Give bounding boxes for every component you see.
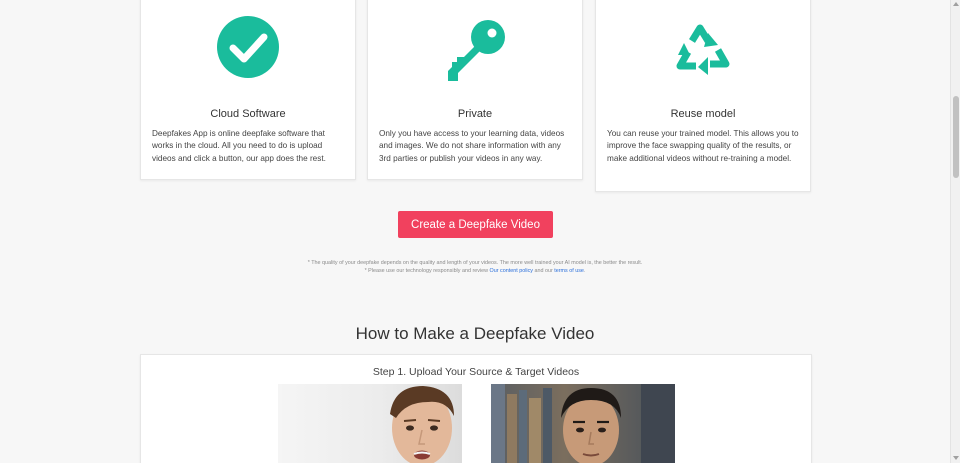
terms-of-use-link[interactable]: terms of use (554, 268, 584, 274)
feature-card-reuse-model: Reuse model You can reuse your trained m… (595, 0, 811, 192)
feature-title: Cloud Software (210, 108, 286, 120)
step-1-card: Step 1. Upload Your Source & Target Vide… (140, 354, 812, 463)
checkmark-circle-icon (141, 15, 355, 85)
disclaimer-text: . (583, 268, 586, 274)
feature-card-private: Private Only you have access to your lea… (367, 0, 583, 180)
feature-title: Private (457, 108, 493, 120)
disclaimer-responsible-use: * Please use our technology responsibly … (0, 267, 950, 275)
how-to-title: How to Make a Deepfake Video (355, 324, 595, 343)
recycle-icon (596, 15, 810, 85)
step-1-title: Step 1. Upload Your Source & Target Vide… (372, 366, 580, 378)
scrollbar-thumb[interactable] (953, 96, 959, 178)
create-deepfake-button[interactable]: Create a Deepfake Video (398, 211, 553, 238)
scroll-down-arrow-icon[interactable] (953, 456, 959, 460)
key-icon (368, 15, 582, 85)
feature-description: Only you have access to your learning da… (379, 129, 565, 163)
disclaimer-quality: * The quality of your deepfake depends o… (307, 260, 643, 266)
feature-title: Reuse model (670, 108, 736, 120)
feature-description: Deepfakes App is online deepfake softwar… (152, 129, 326, 163)
scroll-up-arrow-icon[interactable] (953, 2, 959, 6)
feature-card-cloud-software: Cloud Software Deepfakes App is online d… (140, 0, 356, 180)
source-video-thumbnail[interactable] (278, 384, 462, 463)
disclaimer-text: * Please use our technology responsibly … (364, 268, 490, 274)
feature-description: You can reuse your trained model. This a… (607, 129, 799, 163)
content-policy-link[interactable]: Our content policy (490, 268, 533, 274)
target-video-thumbnail[interactable] (491, 384, 675, 463)
page: Cloud Software Deepfakes App is online d… (0, 0, 950, 463)
vertical-scrollbar[interactable] (950, 0, 960, 463)
disclaimer-text: and our (532, 268, 555, 274)
